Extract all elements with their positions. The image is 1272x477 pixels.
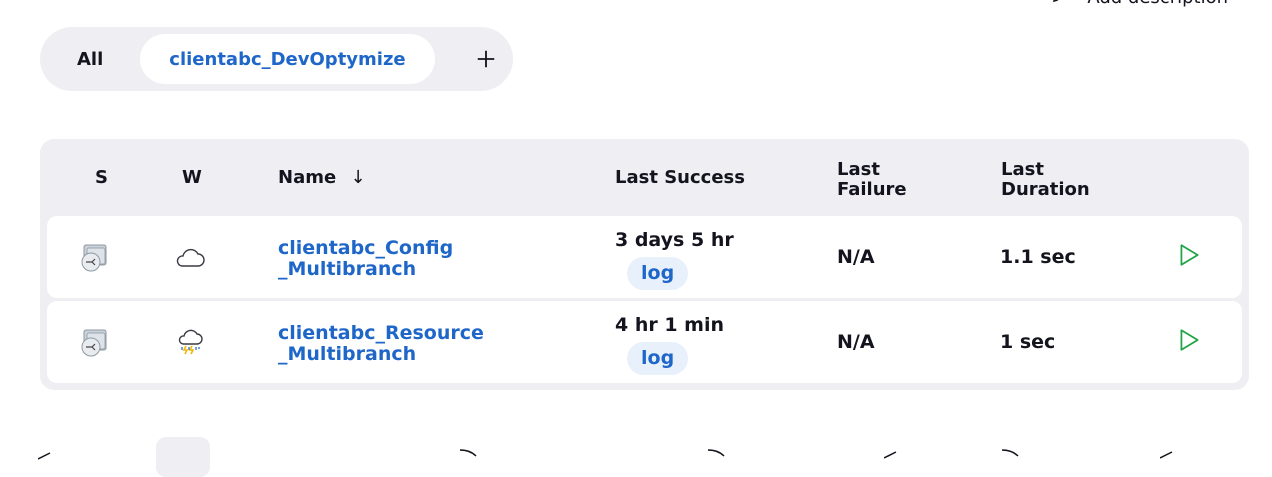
console-log-link[interactable]: log (627, 342, 689, 375)
plus-icon (477, 50, 494, 68)
column-header-last-failure[interactable]: Last Failure (837, 160, 907, 200)
column-header-weather[interactable]: W (182, 168, 202, 188)
last-duration-value: 1.1 sec (1000, 246, 1076, 268)
table-row: clientabc_Resource _Multibranch 4 hr 1 m… (47, 301, 1242, 383)
schedule-build-button[interactable] (1176, 242, 1202, 272)
job-name-line2: _Multibranch (278, 343, 417, 365)
column-header-status[interactable]: S (95, 168, 108, 188)
footer-icon-fragment (707, 449, 725, 457)
footer-icon-fragment (1001, 449, 1019, 457)
status-cell (78, 240, 112, 278)
weather-cell (173, 241, 207, 279)
last-success-value: 4 hr 1 min (615, 314, 725, 336)
footer-icon-fragment (1160, 451, 1173, 459)
column-header-last-failure-line1: Last (837, 159, 880, 180)
job-name-link[interactable]: clientabc_Resource _Multibranch (278, 323, 484, 365)
table-row: clientabc_Config _Multibranch 3 days 5 h… (47, 216, 1242, 298)
status-cell (78, 325, 112, 363)
last-success-cell: 3 days 5 hr log (615, 229, 734, 290)
add-description-button[interactable]: Add description (1051, 0, 1228, 9)
last-success-value: 3 days 5 hr (615, 229, 734, 251)
last-failure-value: N/A (837, 331, 875, 353)
icon-size-option[interactable] (156, 437, 210, 477)
cloudy-icon (176, 248, 205, 267)
schedule-build-button[interactable] (1176, 327, 1202, 357)
add-description-label: Add description (1087, 0, 1228, 8)
add-view-button[interactable] (473, 46, 499, 72)
column-header-last-duration[interactable]: Last Duration (1001, 160, 1090, 200)
last-success-cell: 4 hr 1 min log (615, 314, 724, 375)
footer-icon-fragment (38, 452, 51, 460)
column-header-name[interactable]: Name ↓ (278, 168, 366, 188)
last-duration-value: 1 sec (1000, 331, 1056, 353)
table-header: S W Name ↓ Last Success Last Failure Las… (40, 139, 1249, 215)
job-name-link[interactable]: clientabc_Config _Multibranch (278, 238, 453, 280)
column-header-name-label: Name (278, 167, 337, 188)
weather-cell (173, 325, 207, 363)
tab-clientabc-devoptymize[interactable]: clientabc_DevOptymize (140, 34, 435, 84)
last-failure-value: N/A (837, 246, 875, 268)
footer-icon-fragment (459, 449, 477, 457)
column-header-last-success[interactable]: Last Success (615, 168, 745, 188)
sort-arrow-icon: ↓ (350, 167, 366, 188)
footer-icon-fragment (884, 451, 897, 459)
column-header-last-duration-line2: Duration (1001, 179, 1090, 200)
jobs-table: S W Name ↓ Last Success Last Failure Las… (40, 139, 1249, 390)
storm-icon (178, 329, 203, 355)
play-icon (1180, 244, 1199, 266)
console-log-link[interactable]: log (627, 257, 689, 290)
column-header-last-duration-line1: Last (1001, 159, 1044, 180)
multibranch-folder-icon (81, 244, 107, 272)
job-name-line2: _Multibranch (278, 258, 417, 280)
pencil-icon (1051, 0, 1069, 9)
view-tabs: All clientabc_DevOptymize (40, 27, 513, 91)
tab-all[interactable]: All (77, 34, 103, 84)
job-name-line1: clientabc_Config (278, 237, 454, 259)
multibranch-folder-icon (81, 329, 107, 357)
play-icon (1180, 329, 1199, 351)
column-header-last-failure-line2: Failure (837, 179, 907, 200)
job-name-line1: clientabc_Resource (278, 322, 484, 344)
